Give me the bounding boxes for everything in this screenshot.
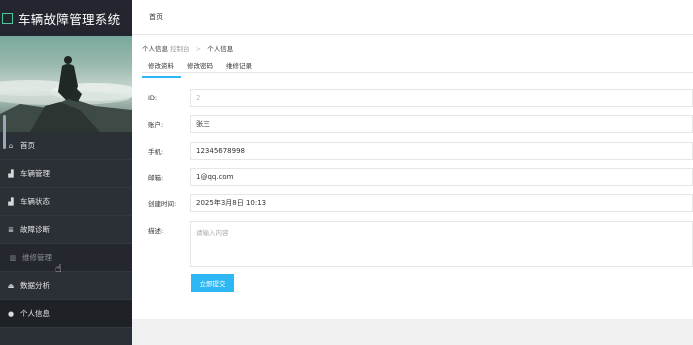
form-row-email: 邮箱: 1@qq.com — [148, 168, 693, 186]
trash-icon: ▥ — [9, 253, 17, 262]
form-row-created-time: 创建时间: 2025年3月8日 10:13 — [148, 194, 693, 212]
submit-button[interactable]: 立即提交 — [191, 274, 234, 292]
sidebar-item-label: 个人信息 — [20, 309, 50, 318]
tab-divider — [142, 72, 693, 73]
created-time-label: 创建时间: — [148, 200, 177, 208]
account-field[interactable]: 张三 — [190, 115, 693, 133]
breadcrumb-page: 个人信息 — [207, 45, 234, 53]
sidebar-item-vehicle-status[interactable]: ▟ 车辆状态 — [0, 188, 132, 216]
form-row-description: 描述: 请输入内容 — [148, 221, 693, 267]
sidebar-item-label: 数据分析 — [20, 281, 50, 290]
description-label: 描述: — [148, 227, 164, 235]
email-field[interactable]: 1@qq.com — [190, 168, 693, 186]
description-textarea[interactable]: 请输入内容 — [190, 221, 693, 267]
tab-repair-records[interactable]: 维修记录 — [220, 58, 259, 78]
sidebar-item-personal-info[interactable]: ● 个人信息 — [0, 300, 132, 328]
sidebar-item-label: 故障诊断 — [20, 225, 50, 234]
sidebar-item-label: 首页 — [20, 141, 35, 150]
id-label: ID: — [148, 94, 158, 102]
email-label: 邮箱: — [148, 174, 164, 182]
phone-field[interactable]: 12345678998 — [190, 142, 693, 160]
id-field: 2 — [190, 89, 693, 107]
bar-chart-icon: ▟ — [8, 197, 14, 206]
sidebar-item-repair-management[interactable]: ▥ 维修管理 — [0, 244, 132, 272]
sidebar: 车辆故障管理系统 ⌂ 首页 ▟ 车辆管理 ▟ 车辆状态 ≣ 故障诊断 ▥ 维修管… — [0, 0, 132, 345]
tab-change-password[interactable]: 修改密码 — [181, 58, 220, 78]
form-row-id: ID: 2 — [148, 89, 693, 107]
breadcrumb: 个人信息 控制台 > 个人信息 — [142, 43, 233, 53]
account-label: 账户: — [148, 121, 164, 129]
logo-icon — [2, 12, 13, 24]
breadcrumb-area[interactable]: 控制台 — [170, 45, 190, 53]
breadcrumb-section[interactable]: 个人信息 — [142, 45, 168, 53]
tab-bar: 修改资料 修改密码 维修记录 — [142, 58, 259, 78]
top-home-link[interactable]: 首页 — [149, 12, 163, 22]
form-row-phone: 手机: 12345678998 — [148, 142, 693, 160]
form-row-account: 账户: 张三 — [148, 115, 693, 133]
sidebar-item-fault-diagnosis[interactable]: ≣ 故障诊断 — [0, 216, 132, 244]
hand-cursor-icon: ☝ — [55, 262, 62, 275]
eject-icon: ⏏ — [7, 281, 15, 290]
database-icon: ≣ — [8, 225, 14, 234]
sidebar-item-home[interactable]: ⌂ 首页 — [0, 132, 132, 160]
sidebar-item-vehicle-management[interactable]: ▟ 车辆管理 — [0, 160, 132, 188]
sidebar-item-label: 维修管理 — [22, 253, 52, 262]
sidebar-item-label: 车辆管理 — [20, 169, 50, 178]
home-icon: ⌂ — [8, 141, 14, 150]
sidebar-banner-image — [0, 36, 132, 132]
brand-header: 车辆故障管理系统 — [0, 0, 132, 36]
bar-chart-icon: ▟ — [8, 169, 14, 178]
sidebar-item-label: 车辆状态 — [20, 197, 50, 206]
tab-edit-profile[interactable]: 修改资料 — [142, 58, 181, 78]
created-time-field[interactable]: 2025年3月8日 10:13 — [190, 194, 693, 212]
sidebar-nav: ⌂ 首页 ▟ 车辆管理 ▟ 车辆状态 ≣ 故障诊断 ▥ 维修管理 ⏏ 数据分析 … — [0, 132, 132, 328]
app-title: 车辆故障管理系统 — [18, 11, 121, 27]
breadcrumb-separator: > — [195, 45, 202, 53]
footer-area — [132, 319, 693, 345]
phone-label: 手机: — [148, 148, 164, 156]
sidebar-item-data-analysis[interactable]: ⏏ 数据分析 — [0, 272, 132, 300]
top-bar: 首页 — [132, 0, 693, 35]
main-content: 个人信息 控制台 > 个人信息 修改资料 修改密码 维修记录 ID: 2 账户:… — [132, 35, 693, 319]
user-icon: ● — [7, 309, 15, 318]
